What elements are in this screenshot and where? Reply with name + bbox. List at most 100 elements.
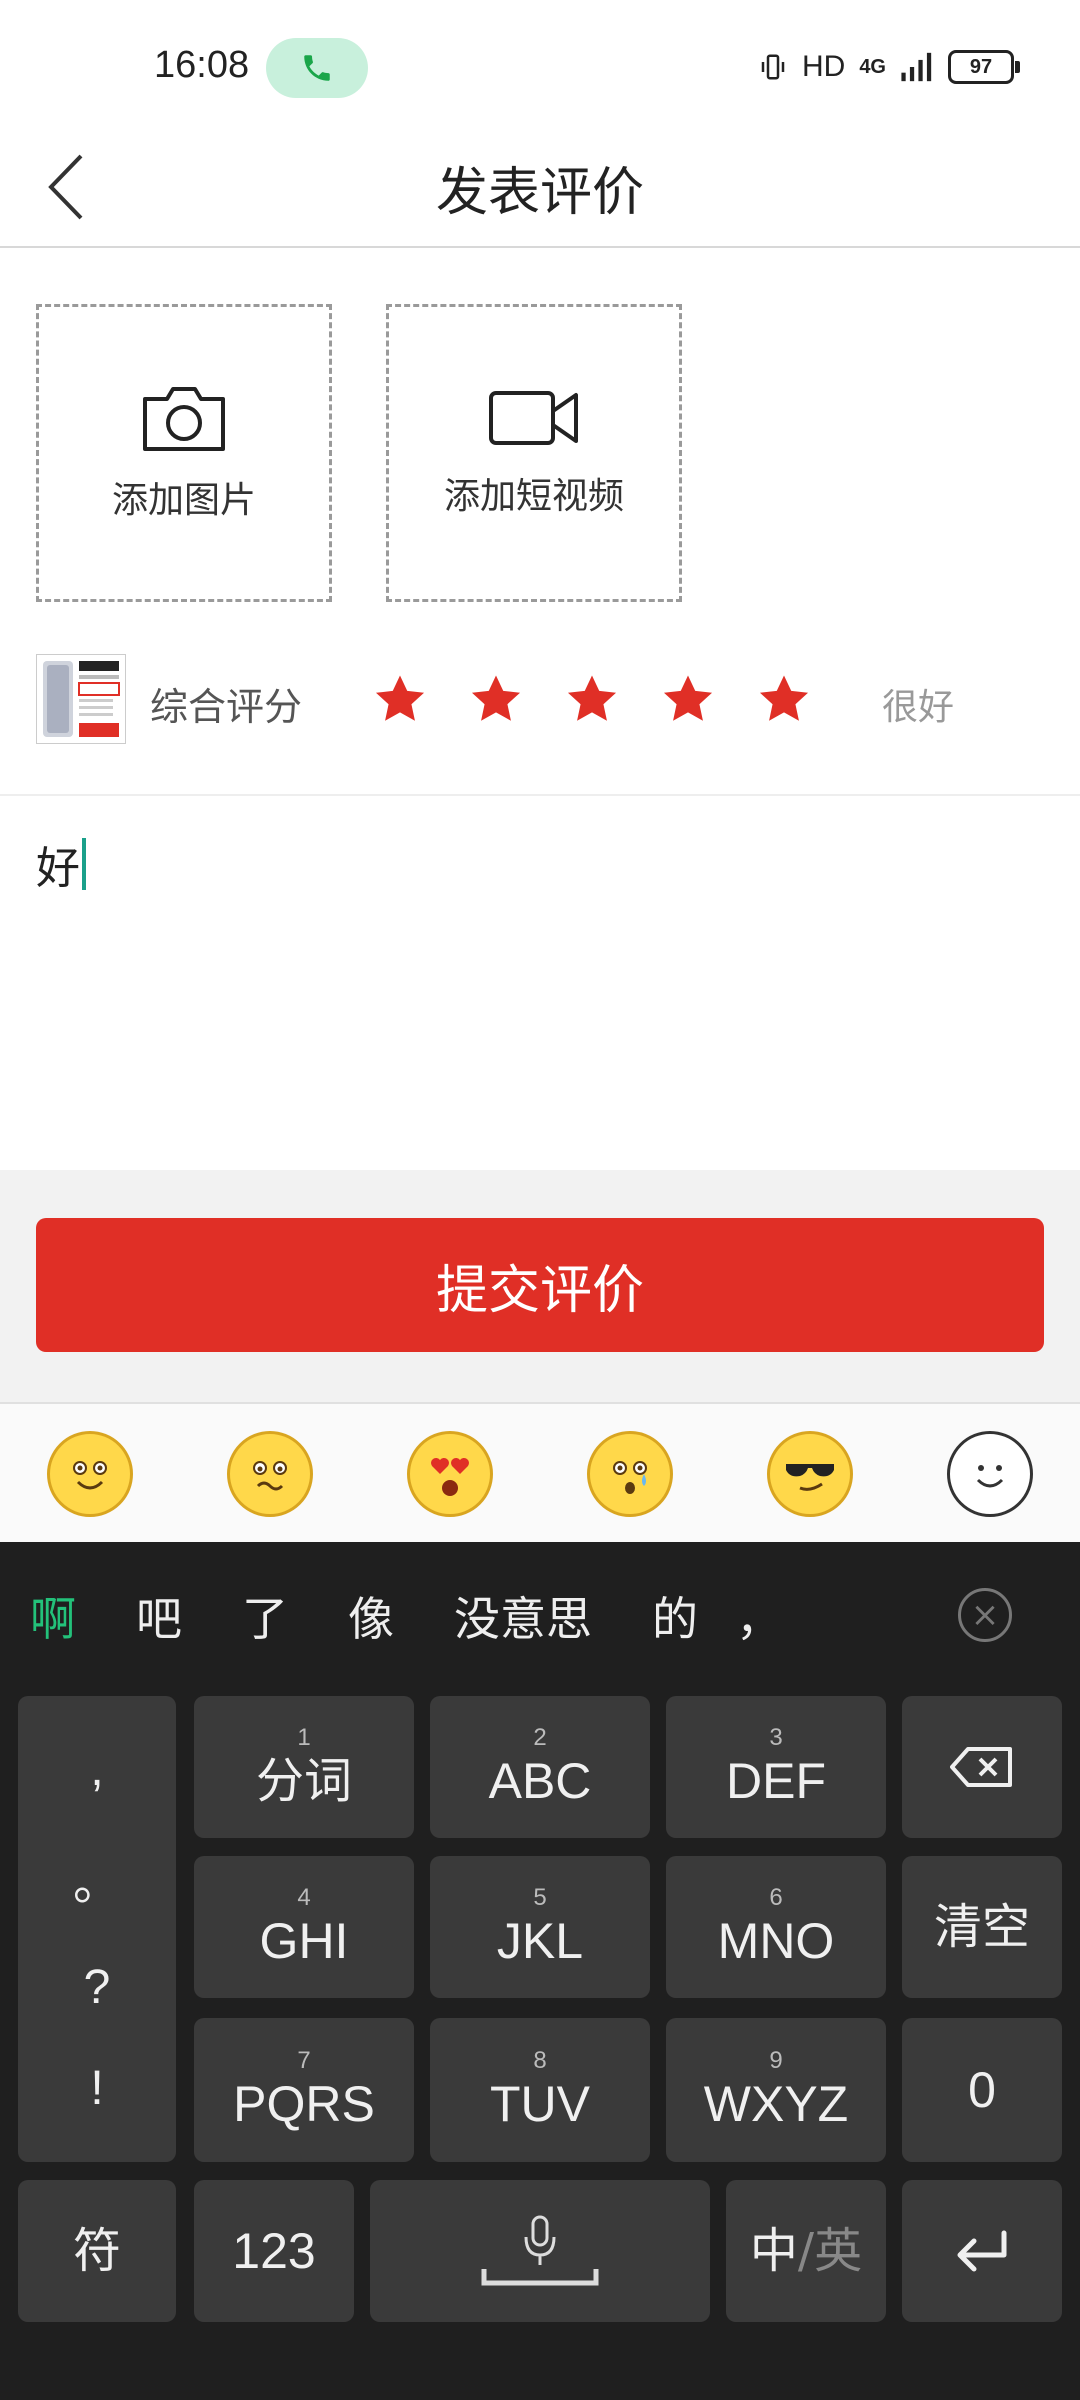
- key-6[interactable]: 6 MNO: [666, 1856, 886, 1998]
- key-0-label: 0: [968, 2062, 996, 2118]
- backspace-key[interactable]: [902, 1696, 1062, 1838]
- symbol-key[interactable]: 符: [18, 2180, 176, 2322]
- candidate-6[interactable]: 的: [622, 1583, 728, 1649]
- ongoing-call-indicator[interactable]: [266, 38, 368, 98]
- key-1-num: 1: [297, 1724, 311, 1751]
- key-3[interactable]: 3 DEF: [666, 1696, 886, 1838]
- emoji-bar: [0, 1402, 1080, 1544]
- key-8-num: 8: [533, 2047, 547, 2074]
- battery-icon: 97: [948, 50, 1020, 84]
- punct-comma[interactable]: ,: [90, 1742, 103, 1797]
- key-7[interactable]: 7 PQRS: [194, 2018, 414, 2162]
- clear-key[interactable]: 清空: [902, 1856, 1062, 1998]
- punct-period[interactable]: 。: [73, 1843, 121, 1913]
- symbol-key-label: 符: [72, 2223, 121, 2279]
- product-image: [37, 655, 125, 743]
- add-photo-label: 添加图片: [111, 480, 256, 521]
- space-bar-icon: [481, 2269, 599, 2286]
- key-2-label: ABC: [488, 1753, 592, 1809]
- divider: [0, 794, 1080, 796]
- network-label: 4G: [859, 55, 886, 78]
- camera-icon: [143, 387, 225, 451]
- lang-cn-label: 中: [749, 2223, 798, 2279]
- status-bar: 16:08 HD 4G 97: [0, 0, 1080, 128]
- key-4-num: 4: [297, 1884, 311, 1911]
- add-video-label: 添加短视频: [443, 476, 624, 517]
- key-3-num: 3: [769, 1724, 783, 1751]
- backspace-icon: [950, 1747, 1012, 1787]
- heart-eyes-emoji-icon: [431, 1458, 469, 1496]
- key-3-label: DEF: [726, 1753, 826, 1809]
- smile-emoji-icon: [73, 1461, 107, 1490]
- page-title: 发表评价: [435, 163, 644, 223]
- candidate-2[interactable]: 吧: [106, 1583, 212, 1649]
- rating-label: 综合评分: [150, 685, 303, 729]
- system-icons: HD 4G 97: [758, 50, 1020, 84]
- candidate-3[interactable]: 了: [212, 1583, 318, 1649]
- key-8[interactable]: 8 TUV: [430, 2018, 650, 2162]
- hd-label: HD: [801, 50, 846, 83]
- product-thumbnail[interactable]: [36, 654, 126, 744]
- crying-emoji-icon: [613, 1461, 647, 1494]
- clear-key-label: 清空: [933, 1899, 1030, 1955]
- key-8-label: TUV: [490, 2076, 590, 2132]
- key-1[interactable]: 1 分词: [194, 1696, 414, 1838]
- key-4-label: GHI: [259, 1913, 349, 1969]
- number-key[interactable]: 123: [194, 2180, 354, 2322]
- add-photo-button[interactable]: 添加图片: [36, 304, 332, 602]
- key-7-num: 7: [297, 2047, 311, 2074]
- key-4[interactable]: 4 GHI: [194, 1856, 414, 1998]
- star-2[interactable]: [468, 672, 524, 728]
- punct-question[interactable]: ?: [84, 1960, 111, 2015]
- review-input-value: 好: [36, 843, 80, 894]
- key-2-num: 2: [533, 1724, 547, 1751]
- star-3[interactable]: [564, 672, 620, 728]
- punctuation-key[interactable]: , 。 ? !: [18, 1696, 176, 2162]
- key-6-num: 6: [769, 1884, 783, 1911]
- rating-row: 综合评分 很好: [0, 650, 1080, 750]
- key-9-label: WXYZ: [703, 2076, 849, 2132]
- video-camera-icon: [489, 391, 578, 445]
- candidate-bar: 啊 吧 了 像 没意思 的 ，: [0, 1542, 1080, 1690]
- woozy-emoji-icon: [253, 1461, 287, 1491]
- phone-icon: [304, 55, 330, 81]
- microphone-icon: [524, 2215, 556, 2265]
- candidate-4[interactable]: 像: [318, 1583, 424, 1649]
- candidate-1[interactable]: 啊: [0, 1583, 106, 1649]
- punct-exclaim[interactable]: !: [90, 2061, 103, 2116]
- star-1[interactable]: [372, 672, 428, 728]
- space-key[interactable]: [370, 2180, 710, 2322]
- vibrate-icon: [761, 54, 785, 80]
- lang-en-label: /英: [797, 2223, 863, 2279]
- text-cursor: [82, 838, 86, 890]
- header: 发表评价: [0, 128, 1080, 248]
- emoji-panel-icon[interactable]: [947, 1431, 1033, 1517]
- star-5[interactable]: [756, 672, 812, 728]
- close-candidates-icon[interactable]: ×: [958, 1588, 1012, 1642]
- heart-eyes-emoji[interactable]: [407, 1431, 493, 1517]
- key-5-label: JKL: [496, 1913, 584, 1969]
- candidate-5[interactable]: 没意思: [424, 1583, 622, 1649]
- smiley-outline-icon: [976, 1465, 1004, 1488]
- rating-text: 很好: [882, 687, 955, 728]
- key-9[interactable]: 9 WXYZ: [666, 2018, 886, 2162]
- key-5[interactable]: 5 JKL: [430, 1856, 650, 1998]
- smile-emoji[interactable]: [47, 1431, 133, 1517]
- star-4[interactable]: [660, 672, 716, 728]
- woozy-emoji[interactable]: [227, 1431, 313, 1517]
- crying-emoji[interactable]: [587, 1431, 673, 1517]
- number-key-label: 123: [232, 2223, 316, 2279]
- enter-key[interactable]: [902, 2180, 1062, 2322]
- key-2[interactable]: 2 ABC: [430, 1696, 650, 1838]
- key-7-label: PQRS: [233, 2076, 375, 2132]
- battery-level: 97: [969, 55, 993, 78]
- cool-emoji-icon: [786, 1464, 834, 1491]
- key-0[interactable]: 0: [902, 2018, 1062, 2162]
- candidate-7[interactable]: ，: [728, 1583, 790, 1649]
- enter-icon: [957, 2230, 1007, 2272]
- language-switch-key[interactable]: 中/英: [726, 2180, 886, 2322]
- submit-review-button[interactable]: 提交评价: [36, 1218, 1044, 1352]
- cool-emoji[interactable]: [767, 1431, 853, 1517]
- add-video-button[interactable]: 添加短视频: [386, 304, 682, 602]
- review-input[interactable]: 好: [36, 832, 86, 896]
